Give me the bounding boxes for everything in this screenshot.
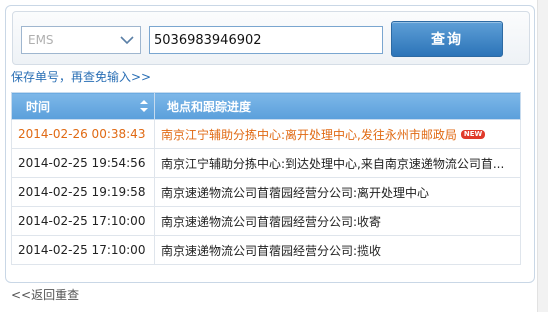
tracking-number-input[interactable] (149, 26, 383, 54)
query-button[interactable]: 查询 (391, 21, 503, 57)
column-header-location: 地点和跟踪进度 (154, 92, 521, 120)
table-row: 2014-02-25 19:19:58 南京速递物流公司苜蓿园经营分公司:离开处… (11, 177, 521, 207)
scrollbar[interactable] (537, 0, 548, 312)
row-status: 南京速递物流公司苜蓿园经营分公司:揽收 (154, 235, 521, 265)
chevron-down-icon[interactable] (120, 35, 134, 45)
column-header-time[interactable]: 时间 (11, 92, 155, 120)
row-time: 2014-02-25 17:10:00 (11, 206, 155, 236)
row-status-text: 南京江宁辅助分拣中心:离开处理中心,发往永州市邮政局 (161, 127, 457, 142)
row-status: 南京速递物流公司苜蓿园经营分公司:收寄 (154, 206, 521, 236)
row-time: 2014-02-25 19:54:56 (11, 148, 155, 178)
table-row: 2014-02-25 17:10:00 南京速递物流公司苜蓿园经营分公司:揽收 (11, 235, 521, 265)
table-row: 2014-02-25 17:10:00 南京速递物流公司苜蓿园经营分公司:收寄 (11, 206, 521, 236)
row-time: 2014-02-25 19:19:58 (11, 177, 155, 207)
row-status: 南京江宁辅助分拣中心:离开处理中心,发往永州市邮政局 NEW (154, 119, 521, 149)
column-header-time-label: 时间 (26, 99, 51, 114)
back-requery-link[interactable]: <<返回重查 (11, 286, 79, 303)
row-time: 2014-02-26 00:38:43 (11, 119, 155, 149)
row-time: 2014-02-25 17:10:00 (11, 235, 155, 265)
row-status: 南京速递物流公司苜蓿园经营分公司:离开处理中心 (154, 177, 521, 207)
carrier-select[interactable]: EMS (21, 26, 141, 54)
table-header-row: 时间 地点和跟踪进度 (11, 92, 521, 120)
tracking-table: 时间 地点和跟踪进度 2014-02-26 00:38:43 南京江宁辅助分拣中… (11, 92, 521, 265)
table-row: 2014-02-26 00:38:43 南京江宁辅助分拣中心:离开处理中心,发往… (11, 119, 521, 149)
row-status: 南京江宁辅助分拣中心:到达处理中心,来自南京速递物流公司苜... (154, 148, 521, 178)
new-badge: NEW (460, 129, 486, 139)
tracking-panel: EMS 查询 保存单号，再查免输入>> 时间 地点和跟踪进度 (5, 5, 535, 283)
table-row: 2014-02-25 19:54:56 南京江宁辅助分拣中心:到达处理中心,来自… (11, 148, 521, 178)
search-bar: EMS 查询 (12, 11, 530, 65)
sort-icon[interactable] (140, 100, 148, 112)
carrier-select-value: EMS (28, 33, 54, 47)
save-number-link[interactable]: 保存单号，再查免输入>> (11, 68, 151, 85)
